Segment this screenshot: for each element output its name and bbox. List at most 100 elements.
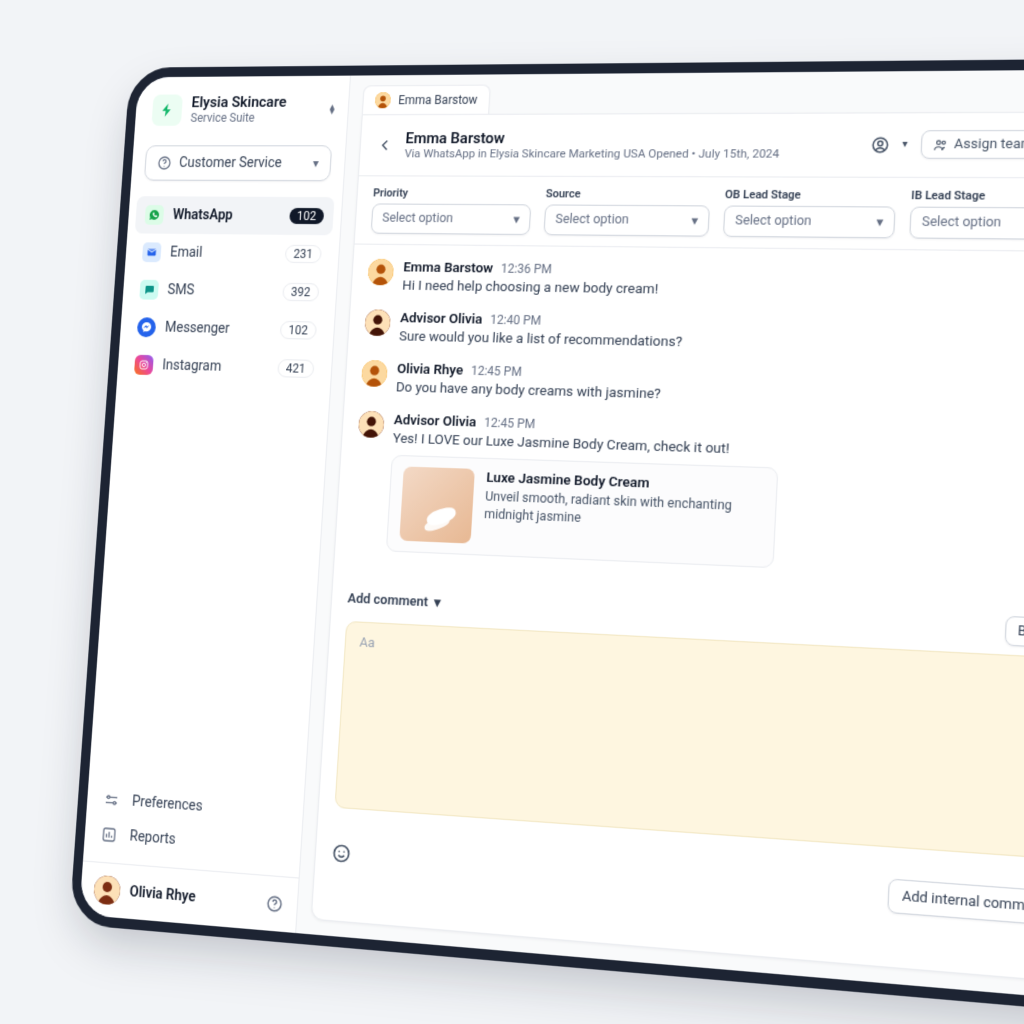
internal-comment-label: Add internal comment bbox=[902, 888, 1024, 916]
ob-lead-select[interactable]: Select option ▾ bbox=[723, 205, 896, 238]
avatar bbox=[93, 875, 121, 906]
message-author: Olivia Rhye bbox=[397, 361, 464, 379]
channel-messenger[interactable]: Messenger 102 bbox=[127, 308, 327, 350]
current-user-name: Olivia Rhye bbox=[129, 884, 257, 911]
message-time: 12:45 PM bbox=[471, 363, 523, 379]
sms-icon bbox=[139, 280, 159, 300]
user-circle-icon[interactable] bbox=[870, 135, 890, 154]
message: Advisor Olivia 12:45 PM Yes! I LOVE our … bbox=[351, 411, 1024, 581]
source-select[interactable]: Select option ▾ bbox=[544, 204, 711, 236]
channel-count-badge: 421 bbox=[277, 359, 315, 378]
message-time: 12:40 PM bbox=[490, 312, 542, 327]
messenger-icon bbox=[137, 317, 157, 337]
sliders-icon bbox=[104, 791, 124, 809]
channel-count-badge: 102 bbox=[279, 321, 317, 340]
avatar bbox=[364, 309, 391, 336]
message-time: 12:45 PM bbox=[484, 415, 536, 431]
message-thread: Emma Barstow 12:36 PM Hi I need help cho… bbox=[334, 244, 1024, 610]
channel-email[interactable]: Email 231 bbox=[132, 233, 332, 273]
org-name: Elysia Skincare bbox=[191, 94, 321, 112]
add-internal-comment-button[interactable]: Add internal comment bbox=[887, 878, 1024, 926]
bar-chart-icon bbox=[101, 826, 121, 844]
message-text: Hi I need help choosing a new body cream… bbox=[402, 277, 659, 297]
ib-lead-select[interactable]: Select option ▾ bbox=[909, 206, 1024, 240]
message: Olivia Rhye 12:45 PM Do you have any bod… bbox=[361, 360, 1024, 414]
add-comment-label: Add comment bbox=[347, 591, 428, 610]
users-icon bbox=[932, 137, 948, 152]
email-icon bbox=[142, 242, 162, 262]
help-circle-icon[interactable] bbox=[265, 894, 284, 914]
select-placeholder: Select option bbox=[921, 214, 1001, 231]
instagram-icon bbox=[134, 355, 154, 375]
whatsapp-icon bbox=[144, 205, 164, 225]
channel-label: Messenger bbox=[164, 320, 271, 338]
chevron-down-icon: ▾ bbox=[691, 212, 698, 229]
avatar bbox=[375, 92, 391, 108]
sidebar-bottom: Preferences Reports bbox=[83, 774, 304, 878]
channel-label: WhatsApp bbox=[172, 207, 280, 224]
product-image bbox=[399, 466, 475, 543]
channel-whatsapp[interactable]: WhatsApp 102 bbox=[135, 196, 335, 235]
emoji-icon[interactable] bbox=[331, 843, 352, 865]
message: Advisor Olivia 12:40 PM Sure would you l… bbox=[364, 309, 1024, 359]
assign-team-button[interactable]: Assign team ▾ bbox=[920, 130, 1024, 159]
chevron-down-icon: ▾ bbox=[513, 211, 520, 227]
channel-label: Instagram bbox=[162, 357, 269, 376]
chevron-up-down-icon: ▴▾ bbox=[329, 104, 334, 114]
channel-list: WhatsApp 102 Email 231 bbox=[117, 192, 343, 392]
org-suite: Service Suite bbox=[190, 111, 320, 125]
product-description: Unveil smooth, radiant skin with enchant… bbox=[484, 489, 763, 535]
channel-instagram[interactable]: Instagram 421 bbox=[124, 346, 325, 389]
chevron-down-icon: ▾ bbox=[312, 156, 319, 170]
chevron-down-icon: ▾ bbox=[434, 595, 441, 611]
message-author: Emma Barstow bbox=[403, 259, 494, 276]
bird-ai-button[interactable]: Bird AI bbox=[1005, 616, 1024, 649]
preferences-label: Preferences bbox=[132, 793, 204, 814]
tabs-row: Emma Barstow bbox=[348, 69, 1024, 114]
conversation-title: Emma Barstow bbox=[405, 128, 858, 147]
assign-team-label: Assign team bbox=[954, 137, 1024, 153]
avatar bbox=[367, 259, 394, 286]
channel-sms[interactable]: SMS 392 bbox=[129, 271, 329, 312]
channel-count-badge: 102 bbox=[289, 208, 324, 224]
message-author: Advisor Olivia bbox=[400, 310, 483, 328]
channel-count-badge: 231 bbox=[284, 245, 322, 263]
message-time: 12:36 PM bbox=[501, 261, 553, 276]
org-logo-icon bbox=[151, 94, 183, 125]
avatar bbox=[358, 411, 385, 438]
avatar bbox=[361, 360, 388, 387]
chevron-down-icon: ▾ bbox=[902, 139, 908, 151]
product-card[interactable]: Luxe Jasmine Body Cream Unveil smooth, r… bbox=[386, 455, 779, 568]
filters-row: Priority Select option ▾ Source Select o… bbox=[355, 176, 1024, 252]
filter-label: Priority bbox=[373, 186, 532, 200]
filter-label: IB Lead Stage bbox=[911, 188, 1024, 203]
channel-count-badge: 392 bbox=[282, 283, 320, 302]
conversation-tab[interactable]: Emma Barstow bbox=[362, 85, 491, 115]
conversation-header: Emma Barstow Via WhatsApp in Elysia Skin… bbox=[359, 113, 1024, 179]
select-placeholder: Select option bbox=[555, 212, 629, 228]
select-placeholder: Select option bbox=[382, 211, 454, 227]
department-select[interactable]: Customer Service ▾ bbox=[144, 145, 332, 181]
comment-textarea[interactable]: Aa bbox=[335, 621, 1024, 860]
message-text: Do you have any body creams with jasmine… bbox=[396, 379, 662, 402]
add-comment-toggle[interactable]: Add comment ▾ bbox=[347, 591, 441, 611]
tab-label: Emma Barstow bbox=[398, 93, 478, 107]
channel-label: Email bbox=[170, 245, 276, 262]
org-switcher[interactable]: Elysia Skincare Service Suite ▴▾ bbox=[134, 76, 350, 140]
channel-label: SMS bbox=[167, 282, 274, 300]
reports-label: Reports bbox=[129, 828, 176, 848]
conversation-panel: Emma Barstow Via WhatsApp in Elysia Skin… bbox=[311, 112, 1024, 984]
chevron-down-icon: ▾ bbox=[876, 214, 884, 231]
bird-ai-label: Bird AI bbox=[1018, 623, 1024, 642]
filter-label: Source bbox=[546, 187, 711, 201]
select-placeholder: Select option bbox=[735, 213, 812, 229]
conversation-subtitle: Via WhatsApp in Elysia Skincare Marketin… bbox=[404, 147, 857, 162]
message: Emma Barstow 12:36 PM Hi I need help cho… bbox=[367, 259, 1024, 304]
message-author: Advisor Olivia bbox=[393, 412, 476, 431]
department-label: Customer Service bbox=[179, 155, 283, 171]
back-button[interactable] bbox=[376, 136, 394, 154]
message-text: Sure would you like a list of recommenda… bbox=[399, 328, 683, 350]
help-circle-icon bbox=[157, 155, 173, 171]
filter-label: OB Lead Stage bbox=[725, 188, 897, 202]
priority-select[interactable]: Select option ▾ bbox=[371, 203, 532, 235]
